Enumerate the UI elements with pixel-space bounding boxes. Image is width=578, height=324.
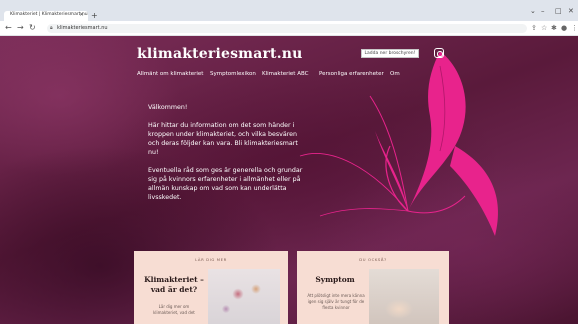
card-kicker: LÄR DIG MER [195, 257, 227, 262]
nav-item-about[interactable]: Om [390, 71, 400, 77]
card-title: Klimakteriet – vad är det? [144, 275, 204, 294]
close-window-icon[interactable]: ✕ [568, 7, 574, 15]
new-tab-icon[interactable]: + [91, 11, 98, 20]
card-title: Symptom [315, 275, 355, 284]
woman-resting-image [369, 269, 439, 324]
card-learn-more[interactable]: LÄR DIG MER Klimakteriet – vad är det? L… [134, 251, 288, 324]
chevron-down-icon[interactable]: ⌄ [530, 7, 536, 15]
decorative-flower-graphic [299, 51, 499, 236]
welcome-heading: Välkommen! [148, 104, 188, 111]
star-icon[interactable]: ☆ [541, 24, 547, 32]
download-brochure-button[interactable]: Ladda ner broschyren! [361, 49, 419, 58]
browser-toolbar: ← → ↻ 🔒︎ klimakteriesmart.nu ⇪ ☆ ✱ ● ⋮ [0, 21, 578, 36]
minimize-icon[interactable]: – [541, 7, 545, 15]
url-text: klimakteriesmart.nu [57, 25, 108, 31]
card-text: Lär dig mer om klimakteriet, vad det [153, 304, 195, 315]
card-symptoms[interactable]: DU OCKSÅ? Symptom Att plötsligt inte mer… [297, 251, 449, 324]
page: klimakteriesmart.nu Ladda ner broschyren… [0, 36, 578, 324]
browser-tab[interactable]: Klimakteriet | Klimakteriesmart.nu × [4, 11, 88, 21]
menu-icon[interactable]: ⋮ [571, 24, 578, 32]
reload-icon[interactable]: ↻ [29, 24, 36, 32]
intro-text: Välkommen! Här hittar du information om … [148, 103, 308, 211]
profile-icon[interactable]: ● [561, 24, 567, 32]
nav-item-experiences[interactable]: Personliga erfarenheter [319, 71, 384, 77]
maximize-icon[interactable]: □ [555, 7, 562, 15]
card-kicker: DU OCKSÅ? [359, 257, 387, 262]
share-icon[interactable]: ⇪ [531, 24, 537, 32]
tab-title: Klimakteriet | Klimakteriesmart.nu [10, 12, 88, 17]
back-icon[interactable]: ← [5, 24, 12, 32]
intro-paragraph-1: Här hittar du information om det som hän… [148, 122, 298, 156]
nav-item-general[interactable]: Allmänt om klimakteriet [137, 71, 203, 77]
extensions-icon[interactable]: ✱ [551, 24, 557, 32]
nav-item-abc[interactable]: Klimakteriet ABC [262, 71, 308, 77]
intro-paragraph-2: Eventuella råd som ges är generella och … [148, 167, 303, 201]
address-bar[interactable]: 🔒︎ klimakteriesmart.nu [47, 24, 527, 33]
site-logo[interactable]: klimakteriesmart.nu [137, 46, 303, 62]
forward-icon[interactable]: → [17, 24, 24, 32]
browser-tab-strip: Klimakteriet | Klimakteriesmart.nu × + ⌄… [0, 0, 578, 21]
close-icon[interactable]: × [79, 11, 84, 18]
nav-item-symptoms[interactable]: Symptomlexikon [210, 71, 256, 77]
lock-icon: 🔒︎ [50, 25, 53, 31]
card-text: Att plötsligt inte mera känna igen sig s… [307, 293, 365, 310]
tulips-image [208, 269, 280, 324]
instagram-icon[interactable] [434, 48, 444, 58]
